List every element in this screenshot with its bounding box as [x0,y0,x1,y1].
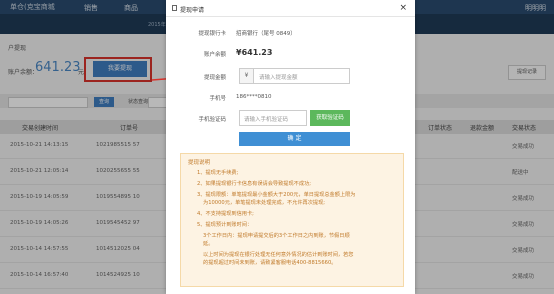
dialog-balance-value: ¥641.23 [236,48,273,57]
get-code-button[interactable]: 获取验证码 [310,110,350,126]
notes-line: 以上时间为提现在银行处理无任何意外情况的估计到账时间，若您 [203,252,354,258]
verification-code-placeholder: 请输入手机验证码 [244,117,289,123]
notes-line: 3个工作日内：提现申请提交后的3个工作日之内到账，节假日顺 [203,233,350,239]
document-icon [172,5,177,11]
amount-placeholder: 请输入提现金额 [259,75,298,81]
close-icon[interactable]: × [399,3,407,13]
notes-line: 3、提现限额：单笔提现最小金额大于200元，单日提现总金额上限为 [197,192,356,198]
notes-line: 5、提现预计到账时间： [197,222,253,228]
withdraw-notes: 提现说明 1、提现无手续费; 2、如果提现银行卡信息有误请会导致提现不成功; 3、提… [180,153,404,287]
notes-line: 的提现超过时间未到账，请致紧客服电话400-8815660。 [203,260,337,266]
currency-prefix: ¥ [240,69,254,83]
bank-card-value: 招商银行（尾号 0849） [236,31,296,37]
dialog-balance-label: 账户余额 [203,52,226,58]
bank-card-label: 提现银行卡 [198,31,226,37]
phone-label: 手机号 [209,96,226,102]
dialog-header: 提现申请 × [166,0,415,17]
notes-line: 为10000元，单笔提现未处理完成，不允许再次提现; [203,200,326,206]
notes-line: 2、如果提现银行卡信息有误请会导致提现不成功; [197,181,311,187]
amount-label: 提现金额 [203,75,226,81]
amount-input[interactable]: ¥ 请输入提现金额 [239,68,350,84]
dialog-title: 提现申请 [180,7,205,14]
notes-line: 1、提现无手续费; [197,170,239,176]
notes-title: 提现说明 [188,160,211,166]
notes-line: 4、不支持提现到信用卡; [197,211,254,217]
notes-line: 延。 [203,241,214,247]
withdraw-dialog: 提现申请 × 提现银行卡 招商银行（尾号 0849） 账户余额 ¥641.23 … [166,0,415,294]
verification-code-input[interactable]: 请输入手机验证码 [239,110,307,126]
phone-value: 186****0810 [236,94,272,100]
verification-code-label: 手机验证码 [198,117,226,123]
confirm-button[interactable]: 确 定 [239,132,350,146]
